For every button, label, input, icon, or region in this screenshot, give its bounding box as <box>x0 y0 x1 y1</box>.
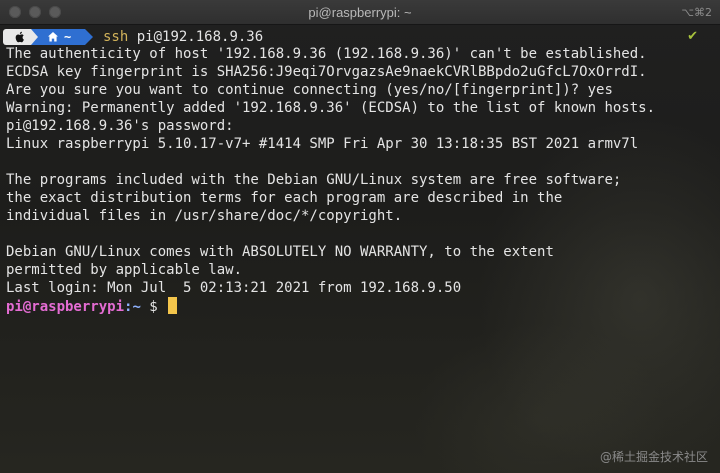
window-title: pi@raspberrypi: ~ <box>308 5 412 20</box>
checkmark-icon: ✔ <box>687 29 698 44</box>
output-line: permitted by applicable law. <box>6 262 243 278</box>
apple-icon <box>15 31 24 43</box>
command-argument: pi@192.168.9.36 <box>128 29 264 45</box>
window-shortcut: ⌥⌘2 <box>681 6 712 19</box>
output-line: Warning: Permanently added '192.168.9.36… <box>6 100 656 116</box>
output-line: The programs included with the Debian GN… <box>6 172 622 188</box>
text-cursor[interactable] <box>168 297 178 314</box>
prompt-separator <box>31 29 38 45</box>
output-line: ECDSA key fingerprint is SHA256:J9eqi7Or… <box>6 64 647 80</box>
home-icon <box>48 32 58 42</box>
prompt-symbol: $ <box>140 299 167 315</box>
watermark-text: @稀土掘金技术社区 <box>599 450 708 464</box>
prompt-os-segment <box>3 29 31 45</box>
terminal-content[interactable]: ~ ssh pi@192.168.9.36 ✔ The authenticity… <box>0 25 720 473</box>
prompt-dir-label: ~ <box>64 30 72 44</box>
output-line: individual files in /usr/share/doc/*/cop… <box>6 208 403 224</box>
prompt-dir-segment: ~ <box>31 29 85 45</box>
typed-command: ssh pi@192.168.9.36 <box>103 28 263 46</box>
output-line: Last login: Mon Jul 5 02:13:21 2021 from… <box>6 280 462 296</box>
output-line: the exact distribution terms for each pr… <box>6 190 563 206</box>
output-line: Are you sure you want to continue connec… <box>6 82 613 98</box>
prompt-path: :~ <box>124 299 141 315</box>
prompt-separator <box>85 29 93 45</box>
output-line: pi@192.168.9.36's password: <box>6 118 234 134</box>
output-line: The authenticity of host '192.168.9.36 (… <box>6 46 647 62</box>
output-line: Linux raspberrypi 5.10.17-v7+ #1414 SMP … <box>6 136 639 152</box>
output-line: Debian GNU/Linux comes with ABSOLUTELY N… <box>6 244 554 260</box>
command-name: ssh <box>103 29 129 45</box>
remote-prompt[interactable]: pi@raspberrypi:~ $ <box>6 297 178 315</box>
title-bar[interactable]: pi@raspberrypi: ~ ⌥⌘2 <box>0 0 720 25</box>
prompt-user-host: pi@raspberrypi <box>6 299 125 315</box>
terminal-window[interactable]: pi@raspberrypi: ~ ⌥⌘2 ~ ssh pi@192.168.9… <box>0 0 720 473</box>
